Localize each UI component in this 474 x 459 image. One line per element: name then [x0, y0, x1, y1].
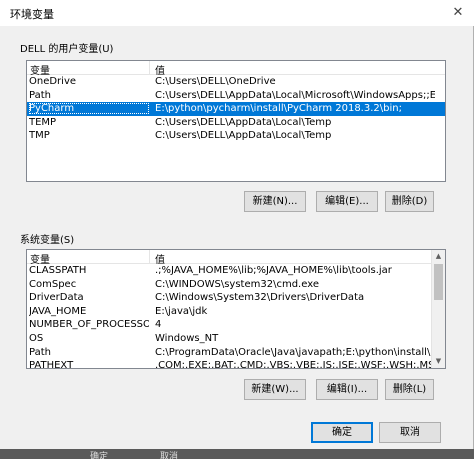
variable-name: TEMP	[29, 116, 57, 128]
user-vars-label: DELL 的用户变量(U)	[20, 44, 114, 55]
variable-name: CLASSPATH	[29, 265, 87, 276]
table-row[interactable]: Path C:\ProgramData\Oracle\Java\javapath;…	[27, 346, 445, 360]
variable-value: C:\WINDOWS\system32\cmd.exe	[155, 278, 319, 290]
table-row[interactable]: NUMBER_OF_PROCESSORS 4	[27, 318, 445, 332]
scroll-up-icon[interactable]: ▲	[432, 250, 445, 263]
user-new-button[interactable]: 新建(N)...	[244, 191, 306, 212]
variable-value: .COM;.EXE;.BAT;.CMD;.VBS;.VBE;.JS;.JSE;.…	[155, 360, 435, 369]
table-row[interactable]: OS Windows_NT	[27, 332, 445, 346]
variable-value: 4	[155, 319, 162, 331]
table-row[interactable]: TEMP C:\Users\DELL\AppData\Local\Temp	[27, 116, 445, 130]
system-vars-label: 系统变量(S)	[20, 235, 75, 246]
close-icon[interactable]: ✕	[448, 3, 468, 23]
variable-name: OneDrive	[29, 76, 77, 87]
variable-value: Windows_NT	[155, 332, 219, 344]
variable-value: .;%JAVA_HOME%\lib;%JAVA_HOME%\lib\tools.…	[155, 265, 392, 276]
cancel-button[interactable]: 取消	[379, 422, 441, 443]
environment-variables-dialog: 环境变量 ✕ DELL 的用户变量(U) 变量 值 OneDrive C:\Use…	[0, 0, 474, 449]
variable-name: TMP	[29, 130, 50, 142]
table-row[interactable]: PATHEXT .COM;.EXE;.BAT;.CMD;.VBS;.VBE;.JS…	[27, 359, 445, 369]
system-new-button[interactable]: 新建(W)...	[244, 379, 306, 400]
system-vars-list[interactable]: 变量 值 CLASSPATH .;%JAVA_HOME%\lib;%JAVA_HO…	[26, 249, 446, 369]
variable-value: C:\ProgramData\Oracle\Java\javapath;E:\p…	[155, 346, 435, 358]
background-cancel-label: 取消	[160, 452, 179, 459]
variable-name: OS	[29, 332, 44, 344]
column-separator[interactable]	[149, 250, 150, 264]
background-ok-label: 确定	[90, 452, 109, 459]
user-vars-list[interactable]: 变量 值 OneDrive C:\Users\DELL\OneDrive Path C…	[26, 60, 446, 182]
variable-name: Path	[29, 346, 51, 358]
scroll-thumb[interactable]	[434, 264, 443, 300]
table-row[interactable]: PyCharm E:\python\pycharm\install\PyCharm…	[27, 102, 445, 116]
ok-button[interactable]: 确定	[311, 422, 373, 443]
variable-value: E:\java\jdk	[155, 305, 208, 317]
table-row[interactable]: ComSpec C:\WINDOWS\system32\cmd.exe	[27, 278, 445, 292]
table-row[interactable]: Path C:\Users\DELL\AppData\Local\Microsof…	[27, 89, 445, 103]
variable-name: PATHEXT	[29, 360, 74, 369]
system-vars-scrollbar[interactable]: ▲ ▼	[431, 250, 445, 368]
user-vars-header: 变量 值	[27, 61, 445, 77]
variable-name: PyCharm	[29, 103, 149, 115]
user-edit-button[interactable]: 编辑(E)...	[316, 191, 378, 212]
variable-value: C:\Users\DELL\AppData\Local\Temp	[155, 116, 332, 128]
table-row[interactable]: TMP C:\Users\DELL\AppData\Local\Temp	[27, 129, 445, 143]
variable-value: C:\Users\DELL\OneDrive	[155, 76, 276, 87]
variable-name: NUMBER_OF_PROCESSORS	[29, 319, 149, 331]
variable-name: Path	[29, 89, 51, 101]
variable-value: E:\python\pycharm\install\PyCharm 2018.3…	[155, 103, 402, 115]
system-vars-header: 变量 值	[27, 250, 445, 266]
variable-value: C:\Users\DELL\AppData\Local\Temp	[155, 130, 332, 142]
title-bar: 环境变量 ✕	[0, 0, 474, 26]
table-row[interactable]: CLASSPATH .;%JAVA_HOME%\lib;%JAVA_HOME%\l…	[27, 264, 445, 278]
user-delete-button[interactable]: 删除(D)	[385, 191, 434, 212]
scroll-down-icon[interactable]: ▼	[432, 355, 445, 368]
table-row[interactable]: JAVA_HOME E:\java\jdk	[27, 305, 445, 319]
table-row[interactable]: OneDrive C:\Users\DELL\OneDrive	[27, 75, 445, 89]
variable-name: JAVA_HOME	[29, 305, 87, 317]
variable-value: C:\Users\DELL\AppData\Local\Microsoft\Wi…	[155, 89, 435, 101]
column-separator[interactable]	[149, 61, 150, 75]
window-title: 环境变量	[10, 8, 54, 21]
system-delete-button[interactable]: 删除(L)	[385, 379, 434, 400]
variable-name: DriverData	[29, 292, 84, 304]
background-window-strip: 确定 取消	[0, 449, 474, 459]
variable-name: ComSpec	[29, 278, 77, 290]
variable-value: C:\Windows\System32\Drivers\DriverData	[155, 292, 365, 304]
system-edit-button[interactable]: 编辑(I)...	[316, 379, 378, 400]
table-row[interactable]: DriverData C:\Windows\System32\Drivers\Dr…	[27, 291, 445, 305]
